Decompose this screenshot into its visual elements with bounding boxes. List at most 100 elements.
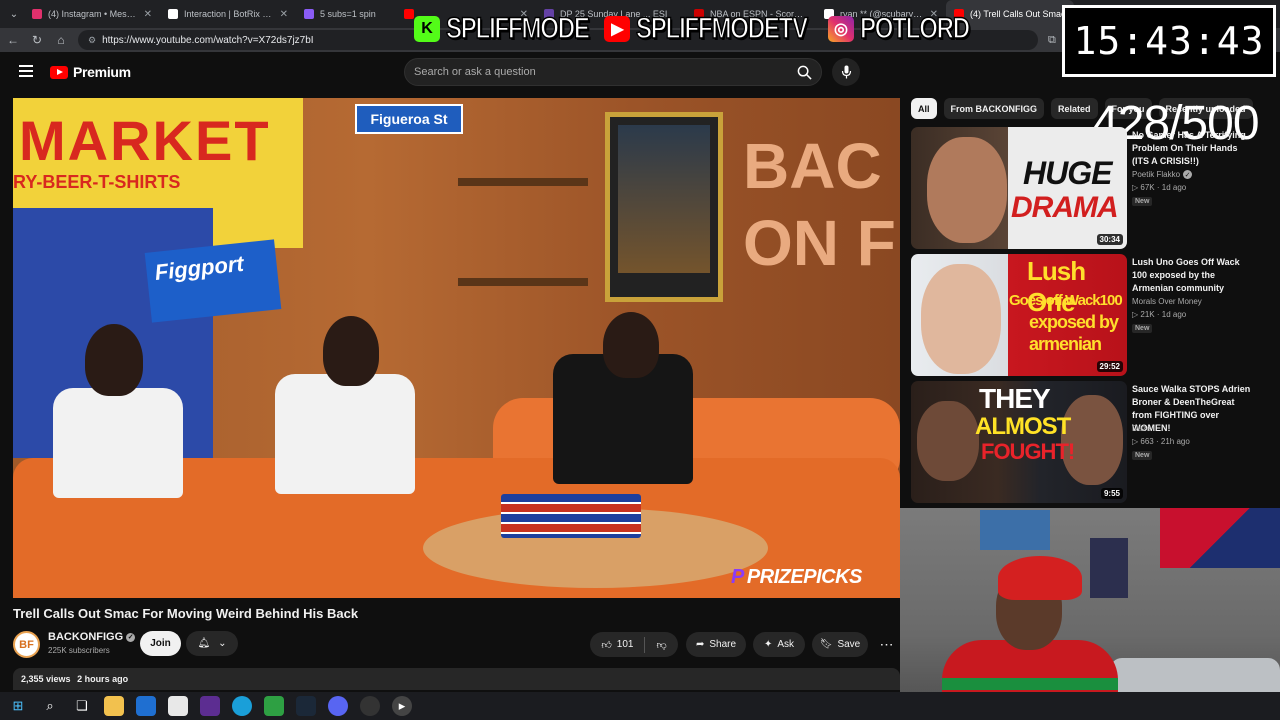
youtube-icon: ▶ bbox=[604, 16, 631, 42]
video-player[interactable]: MARKET RY-BEER-T-SHIRTS Figgport Figuero… bbox=[13, 98, 900, 598]
store-icon[interactable] bbox=[168, 696, 188, 716]
install-app-icon[interactable]: ⧉ bbox=[1048, 34, 1056, 47]
like-button[interactable]: 👍︎ 101 bbox=[601, 639, 633, 651]
microphone-icon bbox=[841, 65, 851, 79]
description-box[interactable]: 2,355 views 2 hours ago bbox=[13, 668, 900, 690]
hamburger-menu-icon[interactable] bbox=[19, 65, 33, 80]
reload-icon[interactable]: ↻ bbox=[30, 33, 44, 47]
shelf bbox=[458, 178, 588, 186]
obs-icon[interactable] bbox=[360, 696, 380, 716]
prizepicks-icon: P bbox=[731, 566, 744, 588]
browser-tab[interactable]: Interaction | BotRix — Cloud ✕ bbox=[160, 0, 296, 28]
stream-clock: 15:43:43 bbox=[1062, 5, 1276, 77]
recommended-video[interactable]: THEY ALMOST FOUGHT! 9:55 Sauce Walka STO… bbox=[911, 381, 1256, 503]
channel-name-text: BACKONFIGG bbox=[48, 631, 124, 643]
windows-start-icon[interactable]: ⊞ bbox=[8, 696, 28, 716]
wall-letters-line-2: ON F bbox=[743, 206, 896, 279]
channel-text: Daze bbox=[1132, 424, 1151, 433]
view-count: 21K bbox=[1140, 310, 1155, 319]
close-tab-icon[interactable]: ✕ bbox=[280, 9, 288, 20]
save-button[interactable]: 🔖︎ Save bbox=[812, 632, 868, 657]
channel-name[interactable]: BACKONFIGG ✓ bbox=[48, 631, 136, 643]
share-icon: ➦ bbox=[695, 639, 705, 650]
chip-from-channel[interactable]: From BACKONFIGG bbox=[943, 98, 1045, 119]
thumbnail-face bbox=[927, 137, 1007, 243]
back-arrow-icon[interactable]: ← bbox=[6, 33, 20, 47]
task-view-icon[interactable]: ❏ bbox=[72, 696, 92, 716]
bell-icon: 🔔︎ bbox=[197, 638, 211, 649]
edge-icon[interactable] bbox=[232, 696, 252, 716]
chip-related[interactable]: Related bbox=[1051, 98, 1098, 119]
voice-search-button[interactable] bbox=[832, 58, 860, 86]
dislike-button[interactable]: 👎︎ bbox=[656, 639, 666, 651]
video-thumbnail[interactable]: HUGE DRAMA 30:34 bbox=[911, 127, 1127, 249]
thumbs-down-icon: 👎︎ bbox=[656, 639, 667, 651]
like-count: 101 bbox=[616, 639, 634, 650]
person-2-shirt bbox=[275, 374, 415, 494]
recommended-channel[interactable]: Daze bbox=[1132, 424, 1151, 433]
thumbnail-text: HUGE bbox=[1023, 155, 1112, 191]
recommended-video-title[interactable]: No Gamer Has A Terrifying Problem On The… bbox=[1132, 129, 1256, 168]
recommended-video-title[interactable]: Lush Uno Goes Off Wack 100 exposed by th… bbox=[1132, 256, 1256, 295]
subscriber-count: 225K subscribers bbox=[48, 646, 110, 655]
file-explorer-icon[interactable] bbox=[104, 696, 124, 716]
discord-icon[interactable] bbox=[328, 696, 348, 716]
notification-bell-button[interactable]: 🔔︎ ⌄ bbox=[186, 631, 238, 656]
video-thumbnail[interactable]: Lush One Goes off Wack100 exposed by arm… bbox=[911, 254, 1127, 376]
prizepicks-watermark: P PRIZEPICKS bbox=[731, 566, 862, 589]
recommended-channel[interactable]: Poetik Flakko ✓ bbox=[1132, 170, 1193, 179]
person-1-head bbox=[85, 324, 143, 396]
channel-avatar[interactable]: BF bbox=[13, 631, 40, 658]
overlay-brand-kick: SPLIFFMODE bbox=[445, 11, 590, 46]
wall-flag bbox=[1160, 508, 1280, 568]
ask-button[interactable]: ✦ Ask bbox=[753, 632, 805, 657]
close-tab-icon[interactable]: ✕ bbox=[144, 9, 152, 20]
video-title: Trell Calls Out Smac For Moving Weird Be… bbox=[13, 606, 359, 621]
overlay-brand-instagram: POTLORD bbox=[859, 11, 970, 46]
channel-text: Poetik Flakko bbox=[1132, 170, 1181, 179]
steam-icon[interactable] bbox=[296, 696, 316, 716]
url-text: https://www.youtube.com/watch?v=X72ds7jz… bbox=[102, 34, 314, 46]
tab-title: 5 subs=1 spin bbox=[320, 9, 376, 19]
save-label: Save bbox=[837, 639, 861, 650]
shelf bbox=[458, 278, 588, 286]
video-thumbnail[interactable]: THEY ALMOST FOUGHT! 9:55 bbox=[911, 381, 1127, 503]
video-stats: ▷ 67K · 1d ago bbox=[1132, 183, 1186, 192]
site-info-icon[interactable]: ⚙ bbox=[88, 35, 96, 46]
play-icon: ▷ bbox=[1132, 310, 1139, 319]
thumbnail-text: armenian bbox=[1029, 334, 1102, 354]
share-button[interactable]: ➦ Share bbox=[686, 632, 746, 657]
chip-all[interactable]: All bbox=[911, 98, 937, 119]
outlook-icon[interactable] bbox=[136, 696, 156, 716]
new-badge: New bbox=[1132, 324, 1153, 333]
separator: · bbox=[1156, 310, 1160, 319]
thumbnail-text: Goes off Wack100 bbox=[1009, 292, 1123, 309]
home-icon[interactable]: ⌂ bbox=[54, 33, 68, 47]
youtube-premium-logo[interactable]: Premium bbox=[50, 64, 131, 80]
person-2-head bbox=[323, 316, 379, 386]
thumbnail-text: ALMOST bbox=[975, 413, 1071, 440]
tab-search-icon[interactable]: ⌄ bbox=[4, 0, 24, 28]
more-horizontal-icon: ⋯ bbox=[879, 636, 894, 652]
streamer-webcam bbox=[900, 508, 1280, 720]
upload-age: 21h ago bbox=[1160, 437, 1190, 446]
browser-tab[interactable]: 5 subs=1 spin bbox=[296, 0, 396, 28]
upload-age: 1d ago bbox=[1161, 183, 1187, 192]
verified-check-icon: ✓ bbox=[1183, 170, 1193, 179]
search-button[interactable] bbox=[791, 60, 817, 84]
join-button[interactable]: Join bbox=[140, 631, 181, 656]
market-sign-subtext: RY-BEER-T-SHIRTS bbox=[13, 172, 181, 192]
search-icon[interactable]: ⌕ bbox=[40, 696, 60, 716]
recommended-video[interactable]: HUGE DRAMA 30:34 No Gamer Has A Terrifyi… bbox=[911, 127, 1256, 249]
search-input[interactable]: Search or ask a question bbox=[404, 58, 822, 86]
terminal-icon[interactable] bbox=[264, 696, 284, 716]
chevron-down-icon: ⌄ bbox=[218, 638, 227, 649]
recommended-video[interactable]: Lush One Goes off Wack100 exposed by arm… bbox=[911, 254, 1256, 376]
recommended-channel[interactable]: Morals Over Money bbox=[1132, 297, 1202, 306]
app-icon[interactable] bbox=[200, 696, 220, 716]
search-placeholder: Search or ask a question bbox=[414, 66, 536, 78]
new-badge: New bbox=[1132, 197, 1153, 206]
media-player-icon[interactable]: ▸ bbox=[392, 696, 412, 716]
browser-tab[interactable]: (4) Instagram • Messages ✕ bbox=[24, 0, 160, 28]
more-actions-button[interactable]: ⋯ bbox=[874, 632, 899, 657]
